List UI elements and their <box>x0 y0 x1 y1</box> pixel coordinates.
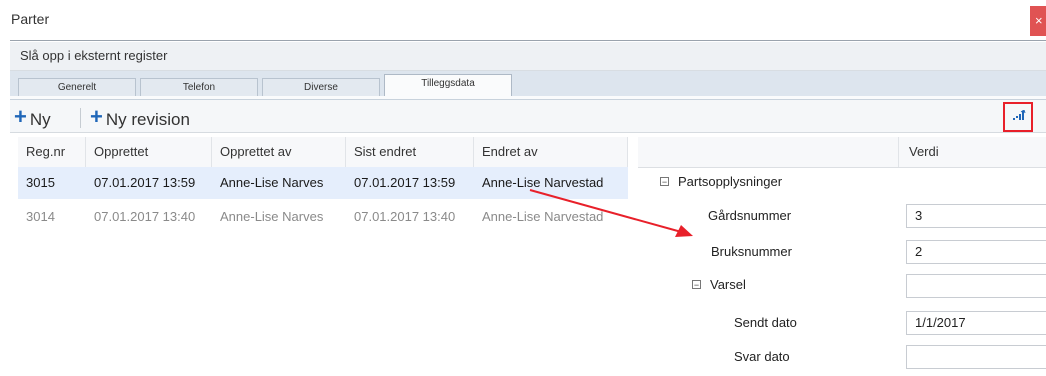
label-gardsnummer: Gårdsnummer <box>708 208 792 223</box>
title-separator <box>10 40 1046 41</box>
annotation-arrow <box>529 189 693 237</box>
cell-reg-nr: 3014 <box>26 209 55 224</box>
cell-opprettet-av: Anne-Lise Narves <box>220 175 324 190</box>
sendt-dato-field[interactable]: 1/1/2017 <box>906 311 1046 335</box>
column-header-verdi: Verdi <box>898 137 1046 167</box>
collapse-icon[interactable]: − <box>692 280 701 290</box>
cell-sist-endret: 07.01.2017 13:40 <box>354 209 456 224</box>
bruksnummer-field[interactable]: 2 <box>906 240 1046 264</box>
column-header-sist-endret[interactable]: Sist endret <box>346 137 474 167</box>
new-button[interactable]: + Ny <box>14 104 51 130</box>
new-button-label: Ny <box>29 109 51 129</box>
lookup-external-register-button[interactable]: Slå opp i eksternt register <box>20 48 167 63</box>
tab-telefon[interactable]: Telefon <box>140 78 258 96</box>
column-header-reg-nr[interactable]: Reg.nr <box>18 137 86 167</box>
cell-sist-endret: 07.01.2017 13:59 <box>354 175 456 190</box>
plus-icon: + <box>14 104 27 129</box>
column-header-opprettet-av[interactable]: Opprettet av <box>212 137 346 167</box>
cell-opprettet: 07.01.2017 13:40 <box>94 209 196 224</box>
gardsnummer-field[interactable]: 3 <box>906 204 1046 228</box>
toolbar-separator <box>80 108 81 128</box>
cell-reg-nr: 3015 <box>26 175 55 190</box>
svar-dato-field[interactable] <box>906 345 1046 369</box>
label-bruksnummer: Bruksnummer <box>711 244 792 259</box>
column-header-opprettet[interactable]: Opprettet <box>86 137 212 167</box>
close-button[interactable]: × <box>1030 6 1046 36</box>
group-varsel: Varsel <box>710 277 746 292</box>
new-revision-button-label: Ny revision <box>105 109 190 129</box>
label-svar-dato: Svar dato <box>734 349 790 364</box>
column-header-endret-av[interactable]: Endret av <box>474 137 628 167</box>
tab-diverse[interactable]: Diverse <box>262 78 380 96</box>
varsel-field[interactable] <box>906 274 1046 298</box>
tab-tilleggsdata[interactable]: Tilleggsdata <box>384 74 512 98</box>
plus-icon: + <box>90 104 103 129</box>
cell-opprettet: 07.01.2017 13:59 <box>94 175 196 190</box>
label-sendt-dato: Sendt dato <box>734 315 797 330</box>
cell-opprettet-av: Anne-Lise Narves <box>220 209 324 224</box>
new-revision-button[interactable]: + Ny revision <box>90 104 190 130</box>
expand-columns-icon[interactable] <box>1012 109 1026 124</box>
tab-generelt[interactable]: Generelt <box>18 78 136 96</box>
title-bar <box>0 0 1046 40</box>
window-title: Parter <box>11 11 50 27</box>
